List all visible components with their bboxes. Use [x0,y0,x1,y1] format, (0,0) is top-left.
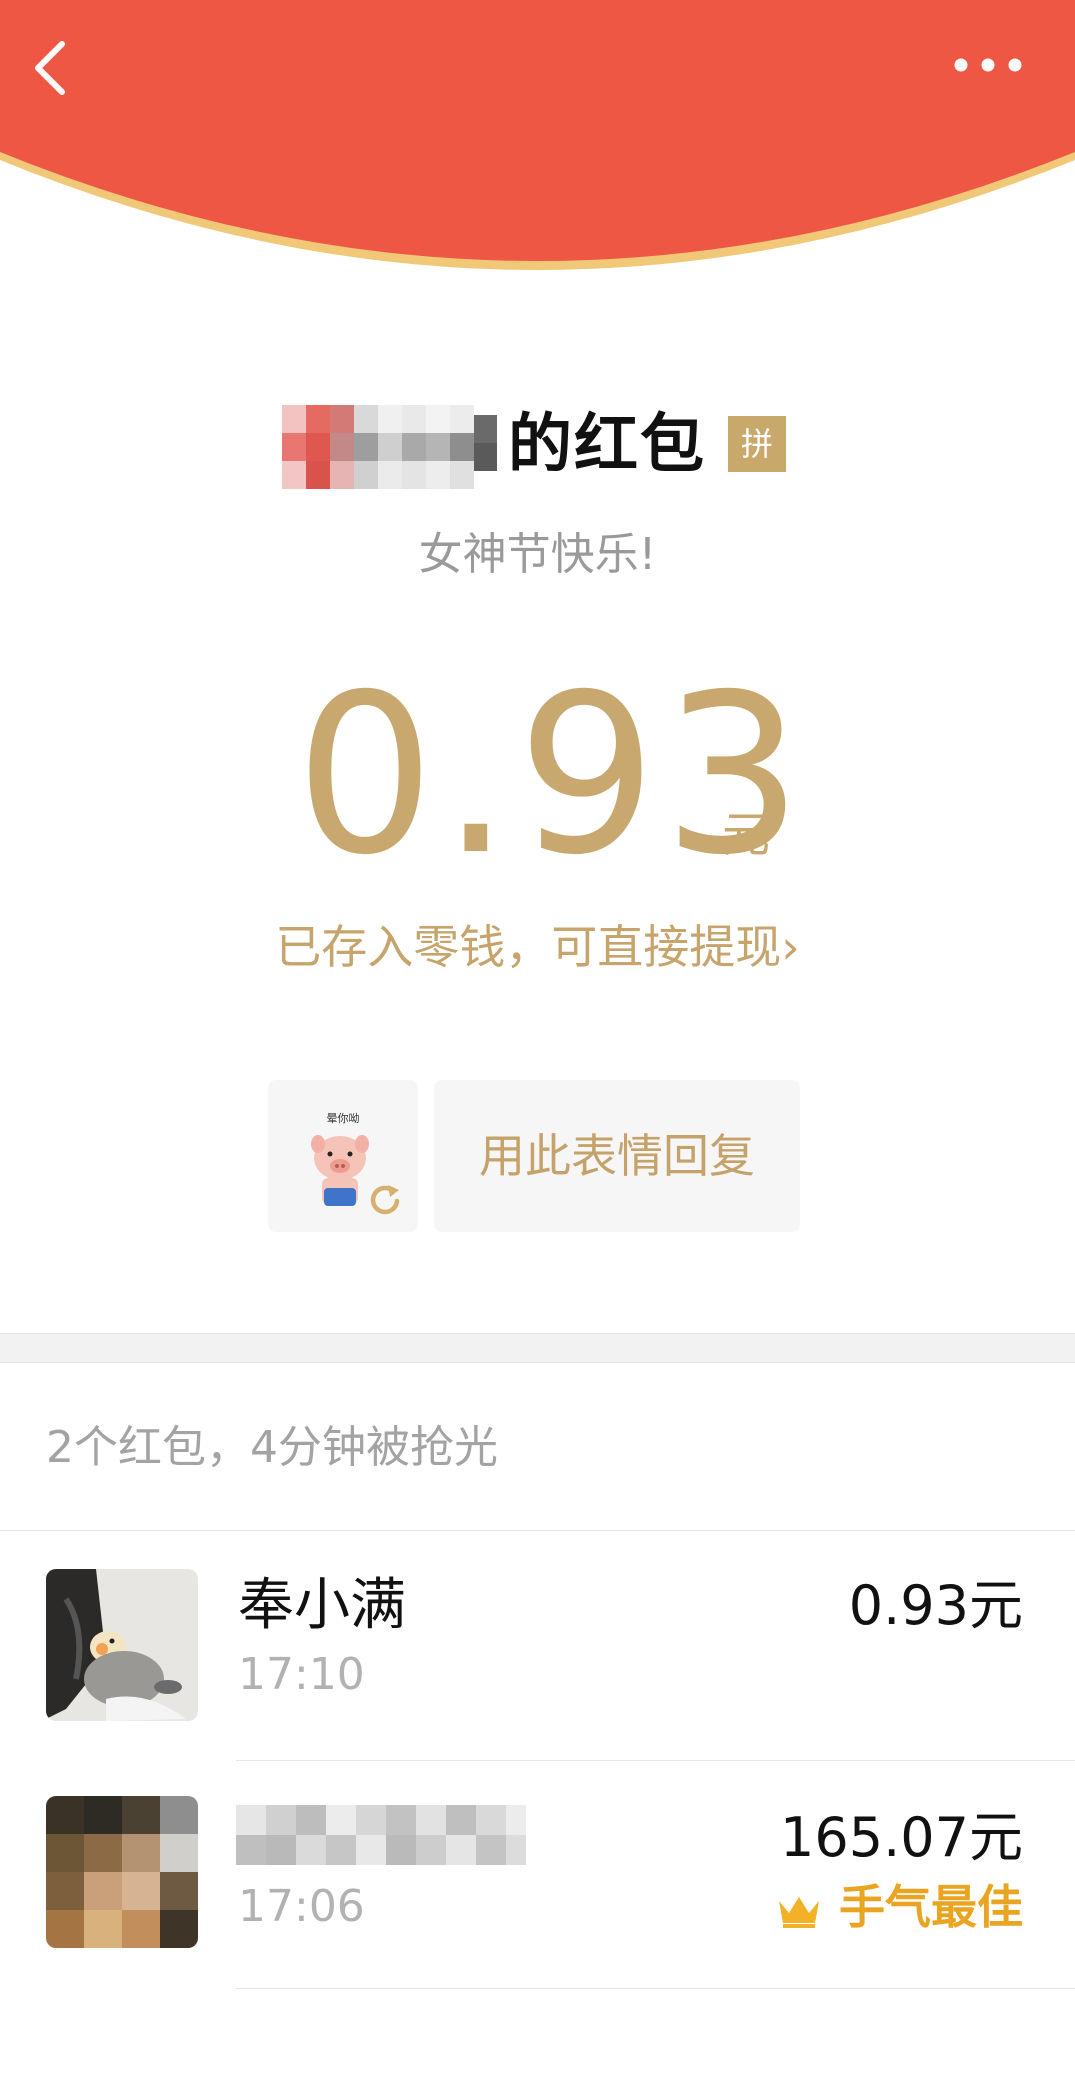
best-luck-badge: 手气最佳 [777,1877,1023,1937]
saved-notice-text: 已存入零钱，可直接提现 [275,920,782,974]
saved-to-change-link[interactable]: 已存入零钱，可直接提现› [0,915,1075,979]
recipient-name: 奉小满 [238,1573,406,1638]
grab-time: 17:06 [238,1881,365,1932]
section-divider [0,1333,1075,1363]
chevron-left-icon [35,41,65,95]
avatar [46,1569,198,1721]
list-item[interactable]: 17:06 165.07元 手气最佳 [0,1761,1075,1991]
header-background [0,0,1075,270]
sticker-caption: 晕你呦 [327,1111,360,1125]
more-horizontal-icon [954,58,1022,72]
pixelated-avatar-image [46,1796,198,1948]
grab-amount: 0.93元 [848,1574,1023,1637]
more-options-button[interactable] [945,40,1035,90]
list-item[interactable]: 奉小满 17:10 0.93元 [0,1531,1075,1761]
chevron-right-icon: › [781,920,800,974]
sticker-thumbnail[interactable]: 晕你呦 [268,1080,418,1232]
reply-with-sticker-button[interactable]: 用此表情回复 [434,1080,800,1232]
divider [236,1988,1075,1989]
amount-unit: 元 [722,807,771,863]
grab-summary: 2个红包，4分钟被抢光 [46,1422,498,1473]
recipient-name-mosaic [236,1805,526,1865]
blessing-message: 女神节快乐! [418,529,657,580]
red-packet-title: 的红包 [508,408,706,482]
back-button[interactable] [22,30,82,100]
refresh-icon[interactable] [366,1180,406,1220]
sender-name-mosaic [282,405,497,489]
best-luck-label: 手气最佳 [839,1880,1023,1934]
avatar [46,1796,198,1948]
grab-time: 17:10 [238,1649,365,1700]
crown-icon [779,1896,819,1928]
group-packet-badge: 拼 [728,416,786,472]
bird-avatar-image [46,1569,198,1721]
grab-amount: 165.07元 [780,1806,1023,1869]
